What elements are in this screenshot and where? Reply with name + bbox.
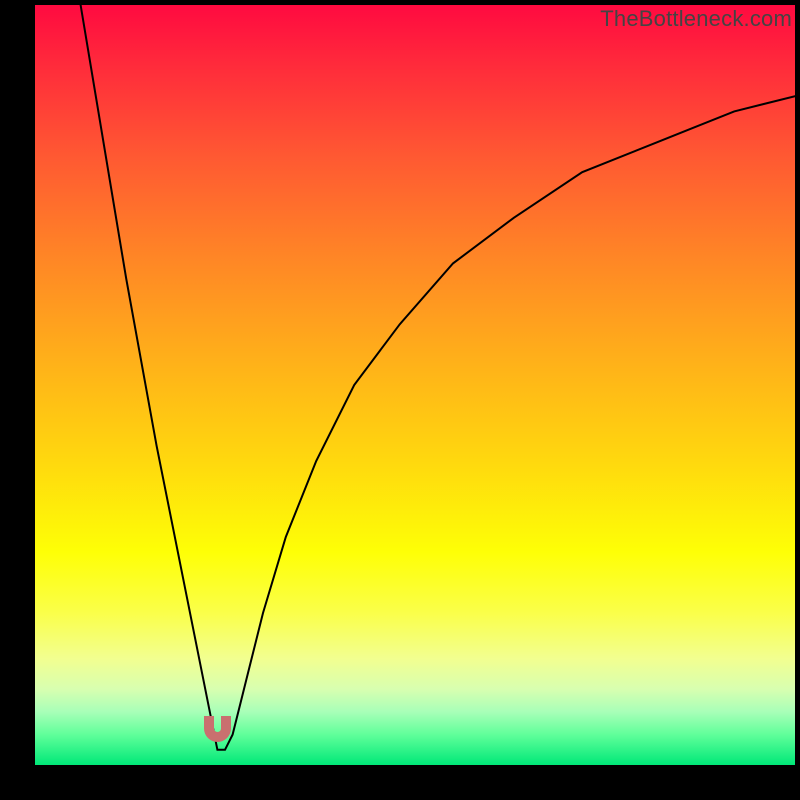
- optimal-marker: [204, 716, 231, 743]
- image-frame: TheBottleneck.com: [0, 0, 800, 800]
- curve-svg: [35, 5, 795, 765]
- plot-area: [35, 5, 795, 765]
- watermark-text: TheBottleneck.com: [600, 6, 792, 32]
- bottleneck-curve-path: [81, 5, 795, 750]
